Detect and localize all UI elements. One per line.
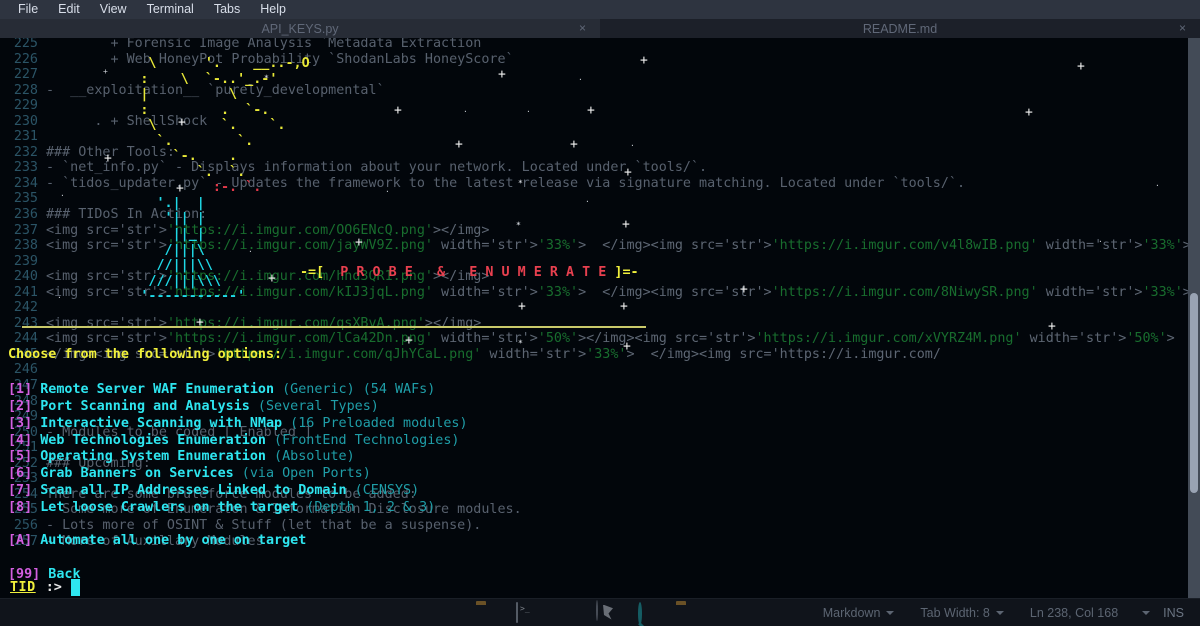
system-tray <box>476 599 702 625</box>
editor-code: 225 + Forensic Image Analysis `Metadata … <box>13 38 1191 549</box>
prompt-arrow: :> <box>45 579 62 595</box>
status-bar: Markdown Tab Width: 8 Ln 238, Col 168 IN… <box>0 599 1200 626</box>
language-selector[interactable]: Markdown <box>810 606 908 620</box>
tab-width-label: Tab Width: 8 <box>920 605 990 620</box>
menu-item-help[interactable]: Help <box>250 0 296 19</box>
chevron-down-icon <box>995 610 1004 615</box>
tab-label: API_KEYS.py <box>261 21 339 36</box>
scrollbar-thumb[interactable] <box>1190 293 1198 493</box>
close-icon[interactable]: × <box>579 19 586 38</box>
browser-globe-icon[interactable] <box>596 599 622 625</box>
search-magnifier-icon[interactable] <box>636 601 662 625</box>
folder-icon[interactable] <box>476 601 502 625</box>
terminal-icon[interactable] <box>516 601 542 625</box>
prompt-name: TID <box>10 579 36 595</box>
cursor-position-label: Ln 238, Col 168 <box>1029 605 1119 620</box>
menu-item-terminal[interactable]: Terminal <box>137 0 204 19</box>
menu-item-view[interactable]: View <box>90 0 137 19</box>
menu-item-tabs[interactable]: Tabs <box>204 0 250 19</box>
terminal-prompt-row[interactable]: TID :> <box>0 575 1200 599</box>
tab-api-keys[interactable]: API_KEYS.py × <box>0 19 600 38</box>
banner-divider <box>22 326 646 328</box>
close-icon[interactable]: × <box>1179 19 1186 38</box>
files-folder-icon[interactable] <box>676 601 702 625</box>
insert-mode-indicator: INS <box>1163 605 1184 620</box>
tab-bar: API_KEYS.py × README.md × <box>0 19 1200 38</box>
terminal-cursor[interactable] <box>70 578 80 596</box>
cursor-position[interactable]: Ln 238, Col 168 <box>1017 606 1163 620</box>
menu-item-file[interactable]: File <box>8 0 48 19</box>
menu-item-edit[interactable]: Edit <box>48 0 90 19</box>
language-label: Markdown <box>822 605 881 620</box>
text-editor-icon[interactable] <box>556 601 582 625</box>
chevron-down-icon <box>1142 610 1151 615</box>
tab-width-selector[interactable]: Tab Width: 8 <box>907 606 1016 620</box>
vertical-scrollbar[interactable] <box>1188 38 1200 599</box>
tab-label: README.md <box>862 21 938 36</box>
editor-pane[interactable]: 225 + Forensic Image Analysis `Metadata … <box>0 38 1200 599</box>
chevron-down-icon <box>886 610 895 615</box>
tab-readme[interactable]: README.md × <box>600 19 1200 38</box>
status-right: Markdown Tab Width: 8 Ln 238, Col 168 IN… <box>810 606 1200 620</box>
menu-bar: File Edit View Terminal Tabs Help <box>0 0 1200 19</box>
